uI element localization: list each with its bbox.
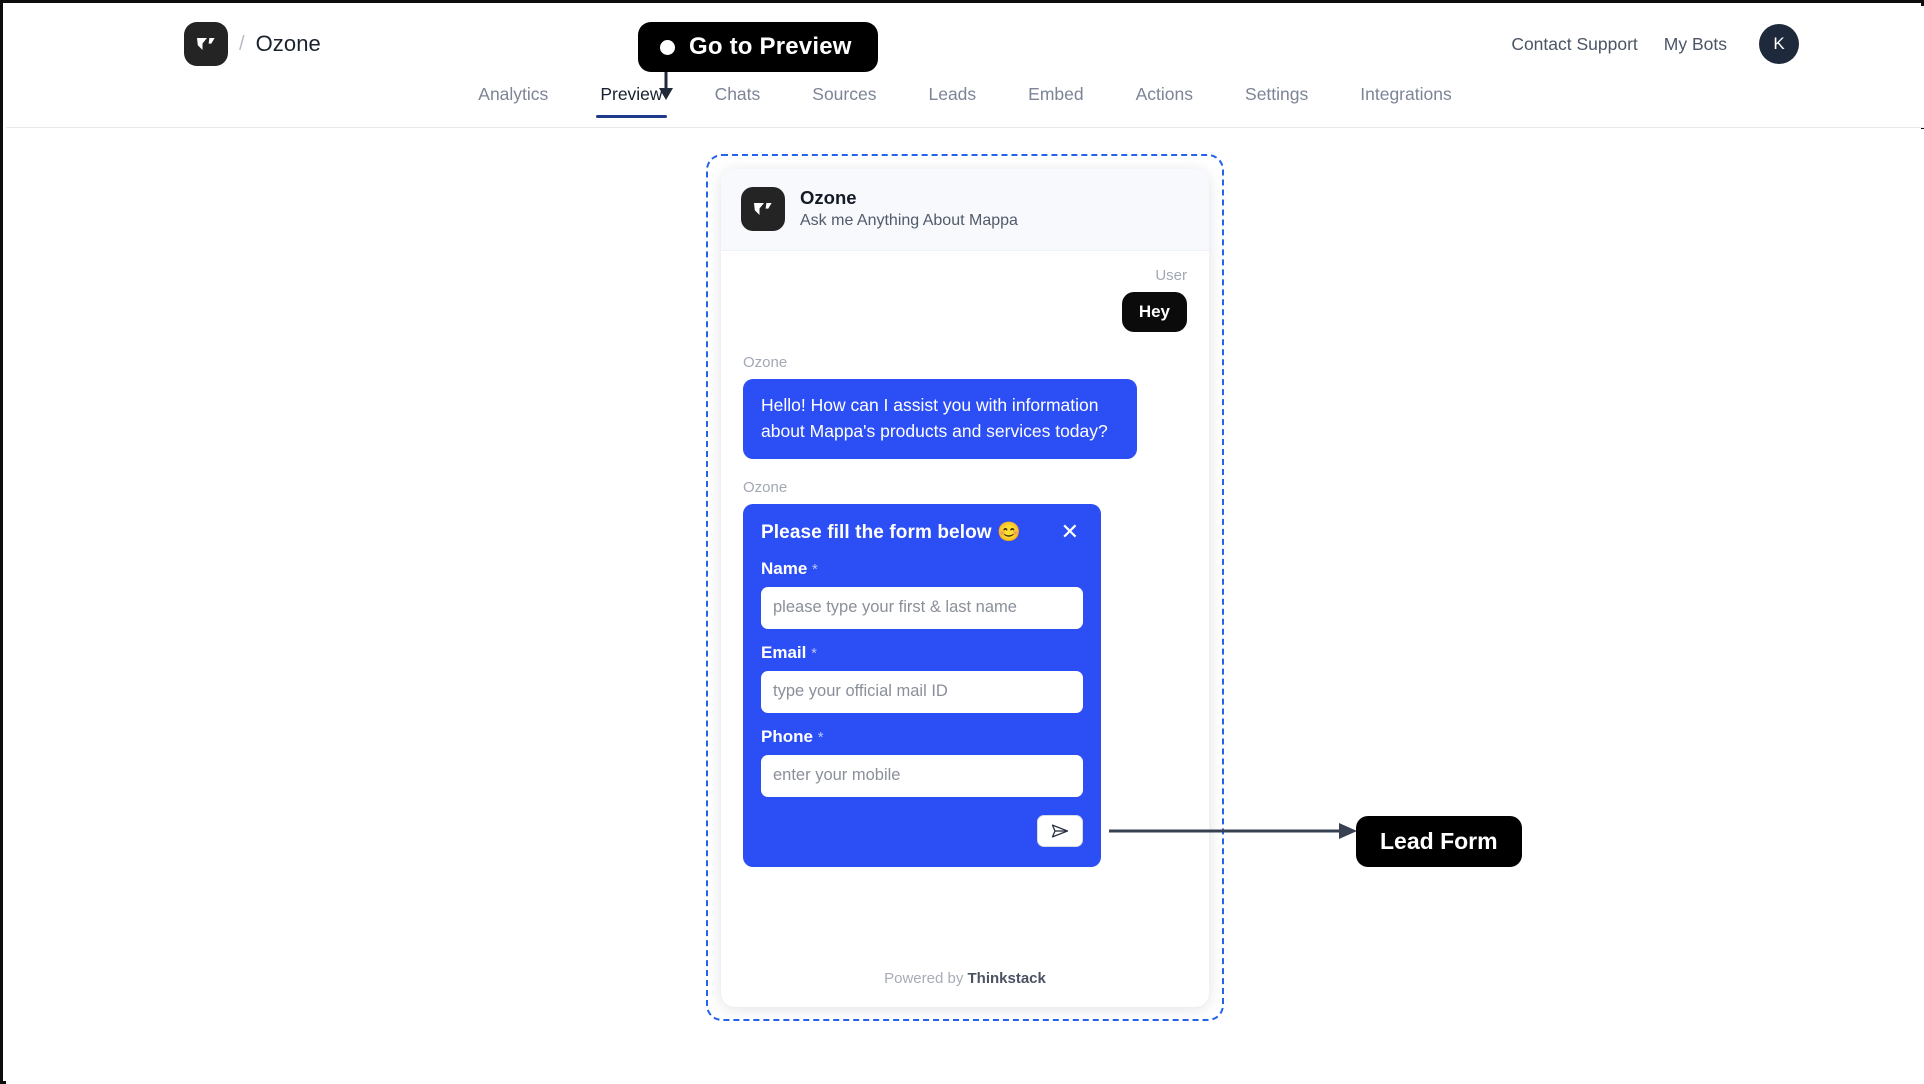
lead-form-actions [761, 814, 1083, 847]
lead-form-header: Please fill the form below 😊 ✕ [761, 520, 1083, 544]
phone-input[interactable] [761, 754, 1083, 797]
send-button[interactable] [1037, 814, 1083, 847]
chat-widget: Ozone Ask me Anything About Mappa User H… [721, 169, 1209, 1007]
lead-form-annotation-arrow-icon [1109, 823, 1357, 839]
tab-label: Analytics [478, 84, 549, 104]
preview-canvas: Ozone Ask me Anything About Mappa User H… [6, 129, 1924, 1084]
field-label-text: Name [761, 558, 808, 578]
main-nav: Analytics Preview Chats Sources Leads Em… [6, 84, 1924, 118]
tab-actions[interactable]: Actions [1110, 84, 1219, 118]
bot-avatar-icon [741, 186, 785, 231]
lead-form-message: Ozone Please fill the form below 😊 ✕ Nam… [743, 479, 1187, 867]
message-sender-label: Ozone [743, 353, 788, 371]
thinkstack-logo-icon[interactable] [184, 22, 228, 66]
widget-footer: Powered by Thinkstack [721, 956, 1209, 1007]
name-field-label: Name * [761, 559, 1083, 579]
tab-sources[interactable]: Sources [786, 84, 902, 118]
message-user: User Hey [743, 267, 1187, 332]
chat-bot-subtitle: Ask me Anything About Mappa [800, 212, 1018, 230]
message-bubble: Hello! How can I assist you with informa… [743, 378, 1137, 459]
message-sender-label: Ozone [743, 478, 788, 496]
powered-by-text: Powered by [884, 970, 968, 987]
message-bubble: Hey [1121, 291, 1187, 332]
chat-message-list: User Hey Ozone Hello! How can I assist y… [721, 251, 1209, 956]
lead-form-annotation-label: Lead Form [1356, 816, 1522, 867]
tab-chats[interactable]: Chats [689, 84, 787, 118]
field-label-text: Email [761, 642, 807, 662]
chat-bot-name: Ozone [800, 187, 857, 208]
tab-analytics[interactable]: Analytics [452, 84, 574, 118]
tab-label: Actions [1135, 84, 1194, 104]
name-input[interactable] [761, 586, 1083, 629]
phone-field-label: Phone * [761, 727, 1083, 747]
tab-leads[interactable]: Leads [902, 84, 1002, 118]
callout-label: Go to Preview [689, 33, 852, 60]
tab-embed[interactable]: Embed [1002, 84, 1109, 118]
required-mark: * [812, 560, 818, 578]
tab-integrations[interactable]: Integrations [1334, 84, 1477, 118]
my-bots-link[interactable]: My Bots [1664, 34, 1727, 55]
breadcrumb-separator: / [239, 32, 245, 55]
chat-widget-header: Ozone Ask me Anything About Mappa [721, 169, 1209, 251]
top-bar-actions: Contact Support My Bots K [1511, 24, 1799, 64]
field-label-text: Phone [761, 726, 813, 746]
breadcrumb-bot-name[interactable]: Ozone [256, 31, 321, 57]
lead-form-title: Please fill the form below 😊 [761, 521, 1021, 543]
go-to-preview-callout: Go to Preview [638, 22, 878, 72]
contact-support-link[interactable]: Contact Support [1511, 34, 1637, 55]
tab-label: Settings [1245, 84, 1309, 104]
top-bar: / Ozone Contact Support My Bots K Analyt… [6, 6, 1924, 128]
email-field-label: Email * [761, 643, 1083, 663]
required-mark: * [811, 644, 817, 662]
tab-settings[interactable]: Settings [1219, 84, 1334, 118]
email-input[interactable] [761, 670, 1083, 713]
app-window: / Ozone Contact Support My Bots K Analyt… [0, 0, 1924, 1084]
breadcrumb: / Ozone [184, 22, 321, 66]
required-mark: * [817, 728, 824, 746]
tab-label: Sources [812, 84, 877, 104]
send-icon [1051, 824, 1069, 838]
message-sender-label: User [1155, 266, 1187, 284]
avatar-initial: K [1773, 34, 1785, 53]
close-icon[interactable]: ✕ [1057, 520, 1083, 543]
tab-label: Integrations [1360, 84, 1452, 104]
tab-label: Chats [714, 84, 761, 104]
message-bot: Ozone Hello! How can I assist you with i… [743, 354, 1187, 459]
tab-label: Leads [928, 84, 977, 104]
avatar[interactable]: K [1759, 24, 1799, 64]
callout-dot-icon [660, 39, 675, 55]
tab-label: Embed [1028, 84, 1084, 104]
powered-by-brand: Thinkstack [967, 970, 1046, 987]
lead-form: Please fill the form below 😊 ✕ Name * Em… [743, 503, 1101, 867]
chat-widget-title-block: Ozone Ask me Anything About Mappa [800, 186, 1018, 232]
